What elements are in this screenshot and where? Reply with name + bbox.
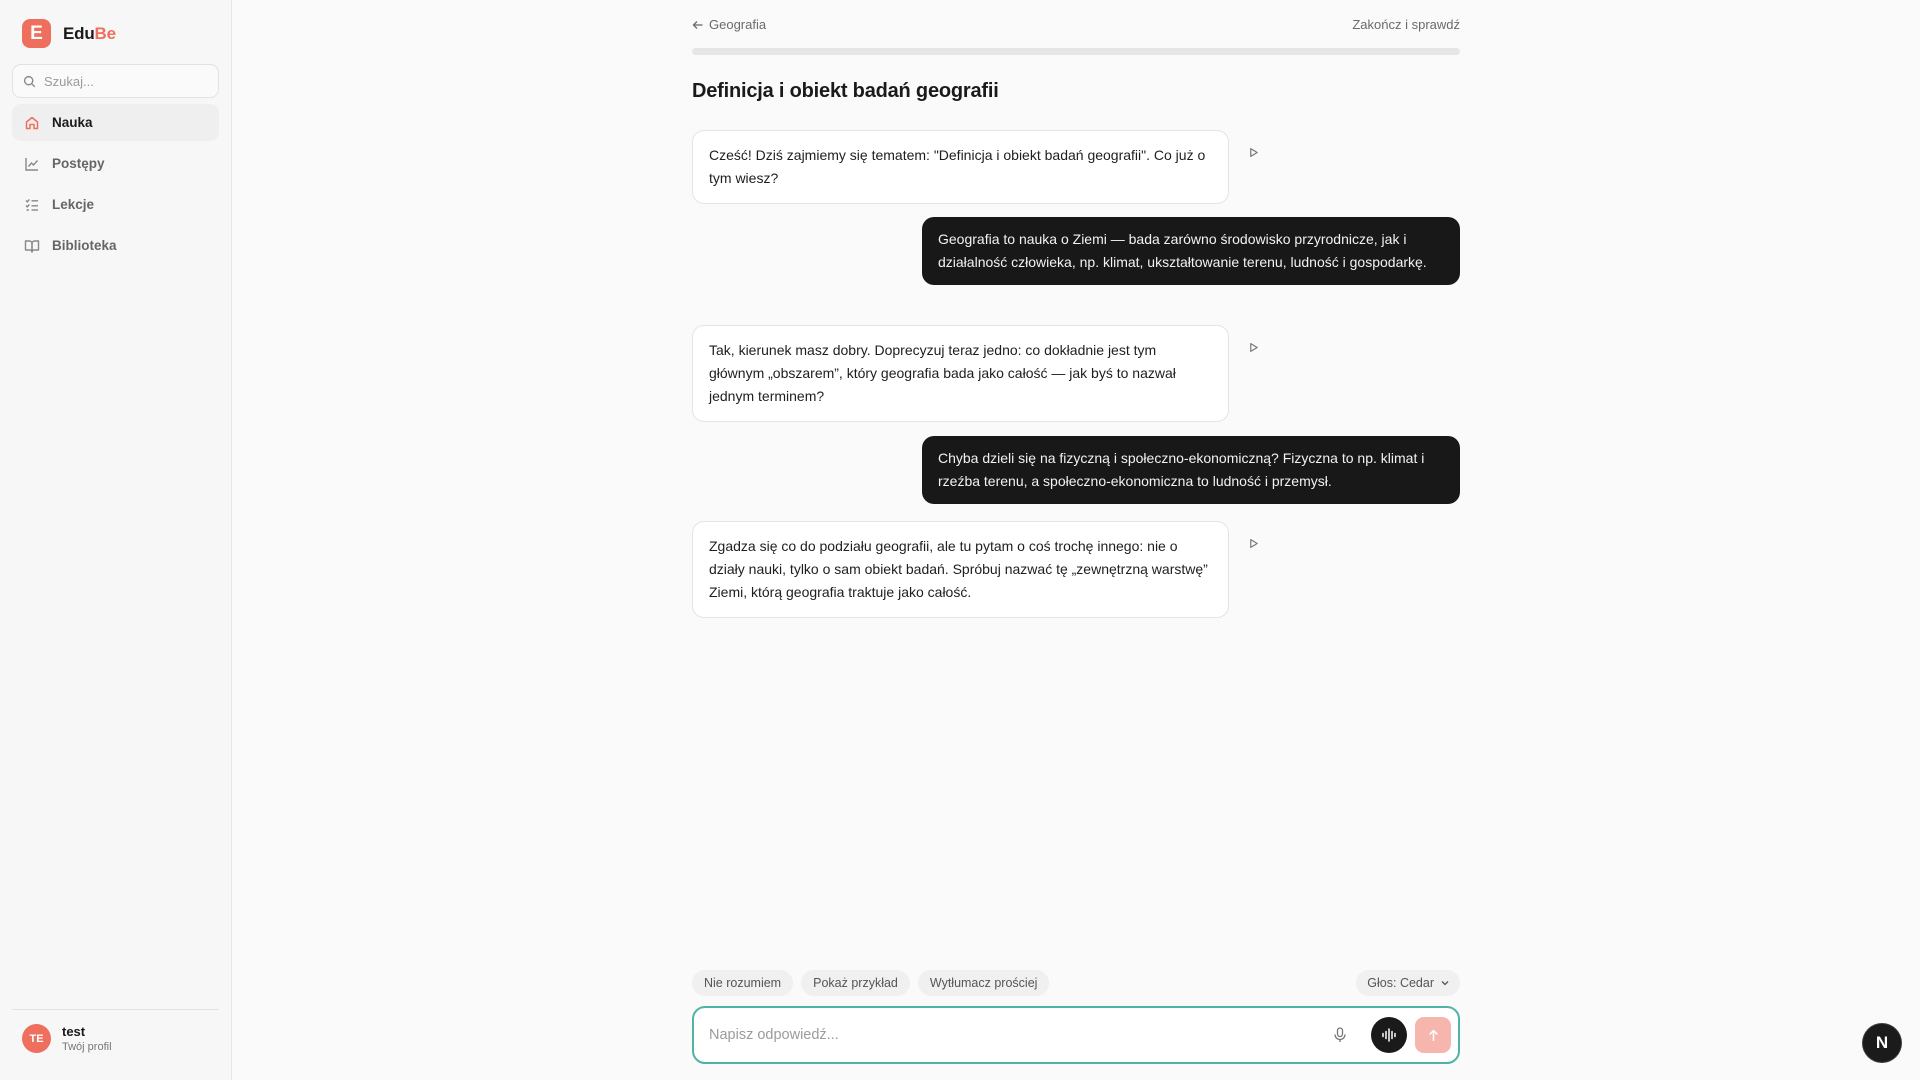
- search-box[interactable]: [12, 64, 219, 98]
- profile-link[interactable]: TE test Twój profil: [22, 1024, 112, 1053]
- brand-name: EduBe: [63, 23, 116, 43]
- message-composer: [692, 1006, 1460, 1064]
- divider: [12, 1009, 219, 1010]
- play-icon: [1249, 538, 1258, 548]
- play-audio-button[interactable]: [1242, 532, 1264, 554]
- quick-reply-wytlumacz-prosciej[interactable]: Wytłumacz prościej: [917, 970, 1050, 996]
- brand[interactable]: E EduBe: [22, 19, 116, 48]
- message-input[interactable]: [709, 1027, 1327, 1043]
- chevron-down-icon: [1441, 981, 1449, 986]
- play-audio-button[interactable]: [1242, 336, 1264, 358]
- voice-select[interactable]: Głos: Cedar: [1356, 970, 1460, 996]
- list-check-icon: [25, 198, 38, 211]
- voice-select-label: Głos: Cedar: [1367, 976, 1434, 990]
- finish-check-button[interactable]: Zakończ i sprawdź: [1352, 17, 1460, 32]
- search-input[interactable]: [44, 73, 204, 89]
- sidebar: E EduBe Nauka Postępy Lekcje Biblioteka …: [0, 0, 232, 1080]
- search-icon: [23, 75, 36, 87]
- quick-reply-nie-rozumiem[interactable]: Nie rozumiem: [692, 970, 794, 996]
- arrow-left-icon: [692, 20, 703, 29]
- back-label: Geografia: [709, 17, 767, 32]
- microphone-icon: [1334, 1027, 1346, 1042]
- assistant-message: Cześć! Dziś zajmiemy się tematem: "Defin…: [692, 130, 1229, 204]
- chart-line-icon: [25, 157, 39, 171]
- play-icon: [1249, 342, 1258, 352]
- lesson-title: Definicja i obiekt badań geografii: [692, 80, 999, 102]
- brand-logo: E: [22, 19, 51, 48]
- sidebar-item-lekcje[interactable]: Lekcje: [12, 186, 219, 223]
- avatar: TE: [22, 1024, 51, 1053]
- assistant-message: Tak, kierunek masz dobry. Doprecyzuj ter…: [692, 325, 1229, 422]
- microphone-button[interactable]: [1327, 1022, 1353, 1048]
- sidebar-item-label: Lekcje: [52, 197, 95, 212]
- profile-subtitle: Twój profil: [62, 1041, 112, 1053]
- sidebar-item-label: Nauka: [52, 115, 93, 130]
- book-open-icon: [24, 239, 40, 253]
- sidebar-item-biblioteka[interactable]: Biblioteka: [12, 227, 219, 264]
- arrow-up-icon: [1428, 1029, 1438, 1041]
- audio-waveform-icon: [1382, 1028, 1396, 1042]
- profile-text: test Twój profil: [62, 1024, 112, 1053]
- play-audio-button[interactable]: [1242, 141, 1264, 163]
- voice-mode-button[interactable]: [1371, 1017, 1407, 1053]
- user-message: Geografia to nauka o Ziemi — bada zarówn…: [922, 217, 1460, 285]
- chat-main: Geografia Zakończ i sprawdź Definicja i …: [692, 0, 1460, 1080]
- lesson-progress-fill: [692, 48, 1460, 55]
- lesson-progress-bar: [692, 48, 1460, 55]
- user-message: Chyba dzieli się na fizyczną i społeczno…: [922, 436, 1460, 504]
- play-icon: [1249, 147, 1258, 157]
- back-link[interactable]: Geografia: [692, 17, 766, 32]
- quick-reply-pokaz-przyklad[interactable]: Pokaż przykład: [801, 970, 910, 996]
- home-icon: [25, 116, 39, 129]
- sidebar-item-nauka[interactable]: Nauka: [12, 104, 219, 141]
- sidebar-item-label: Postępy: [52, 156, 105, 171]
- profile-name: test: [62, 1024, 86, 1039]
- sidebar-item-label: Biblioteka: [52, 238, 117, 253]
- topbar: Geografia Zakończ i sprawdź: [692, 17, 1460, 32]
- quick-replies: Nie rozumiem Pokaż przykład Wytłumacz pr…: [692, 970, 1050, 996]
- send-button[interactable]: [1415, 1017, 1451, 1053]
- dev-tools-button[interactable]: N: [1863, 1024, 1901, 1062]
- sidebar-nav: Nauka Postępy Lekcje Biblioteka: [12, 104, 219, 268]
- assistant-message: Zgadza się co do podziału geografii, ale…: [692, 521, 1229, 618]
- sidebar-item-postepy[interactable]: Postępy: [12, 145, 219, 182]
